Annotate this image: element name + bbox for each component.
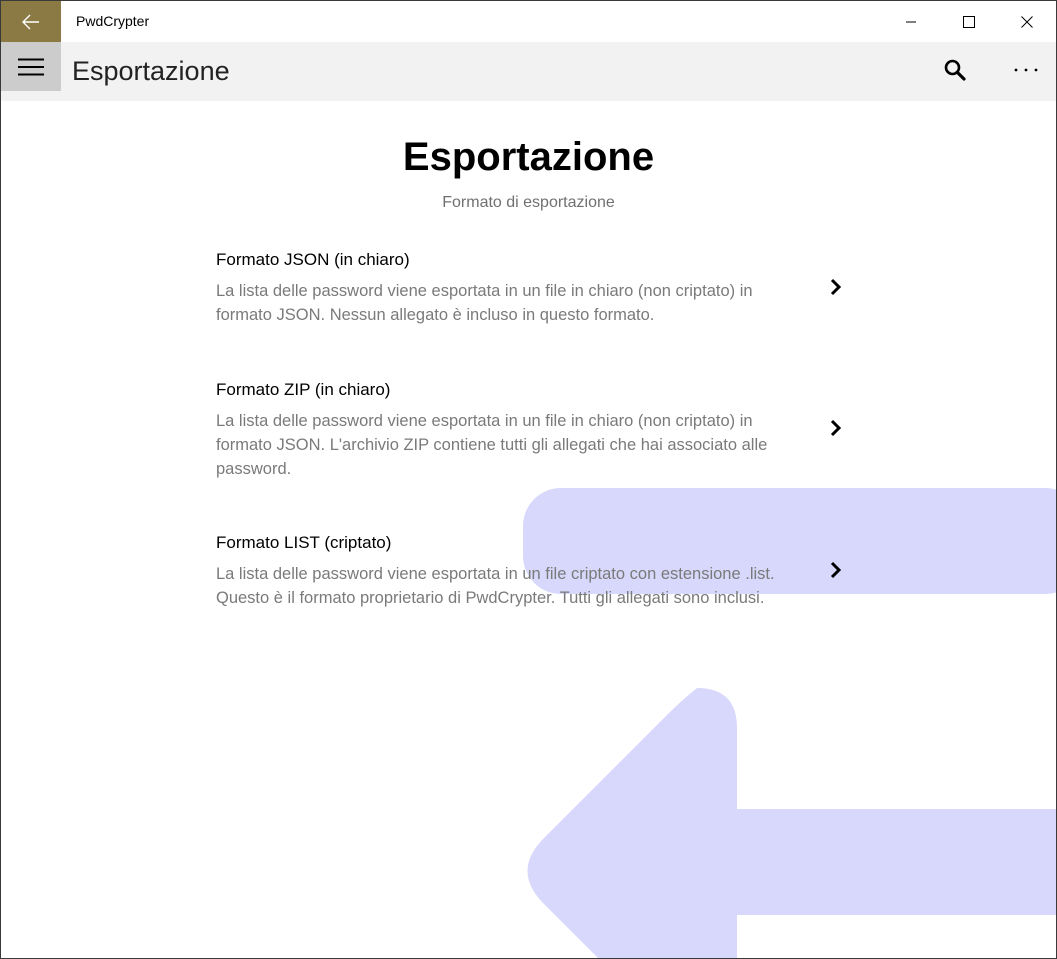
window-controls [882, 1, 1056, 42]
header-title: Esportazione [72, 56, 230, 86]
option-description: La lista delle password viene esportata … [216, 412, 768, 478]
page-subtitle: Formato di esportazione [442, 194, 615, 211]
more-button[interactable] [1004, 48, 1048, 92]
page-title: Esportazione [402, 135, 655, 179]
app-window: PwdCrypter Esportazione Esportazione For… [0, 0, 1057, 959]
app-header: Esportazione [1, 42, 1056, 101]
search-button[interactable] [933, 48, 977, 92]
minimize-icon [906, 21, 916, 22]
menu-button[interactable] [1, 42, 61, 91]
search-icon [944, 59, 966, 81]
option-description: La lista delle password viene esportata … [216, 565, 775, 607]
close-icon [1021, 15, 1033, 28]
back-button[interactable] [1, 1, 61, 42]
main-content: Esportazione Formato di esportazione For… [1, 101, 1056, 958]
close-button[interactable] [998, 1, 1056, 42]
chevron-right-icon [826, 416, 846, 440]
option-json[interactable]: Formato JSON (in chiaro) La lista delle … [216, 249, 856, 327]
back-arrow-icon [22, 14, 39, 29]
maximize-button[interactable] [940, 1, 998, 42]
option-list[interactable]: Formato LIST (criptato) La lista delle p… [216, 532, 856, 610]
option-title: Formato ZIP (in chiaro) [216, 380, 391, 399]
chevron-right-icon [826, 558, 846, 582]
option-zip[interactable]: Formato ZIP (in chiaro) La lista delle p… [216, 379, 856, 481]
maximize-icon [963, 15, 975, 28]
option-description: La lista delle password viene esportata … [216, 282, 753, 324]
option-title: Formato LIST (criptato) [216, 533, 392, 552]
hamburger-icon [18, 58, 44, 75]
app-title: PwdCrypter [76, 13, 150, 29]
minimize-button[interactable] [882, 1, 940, 42]
option-title: Formato JSON (in chiaro) [216, 250, 410, 269]
more-icon [1014, 68, 1038, 72]
chevron-right-icon [826, 275, 846, 299]
title-bar: PwdCrypter [1, 1, 1056, 42]
